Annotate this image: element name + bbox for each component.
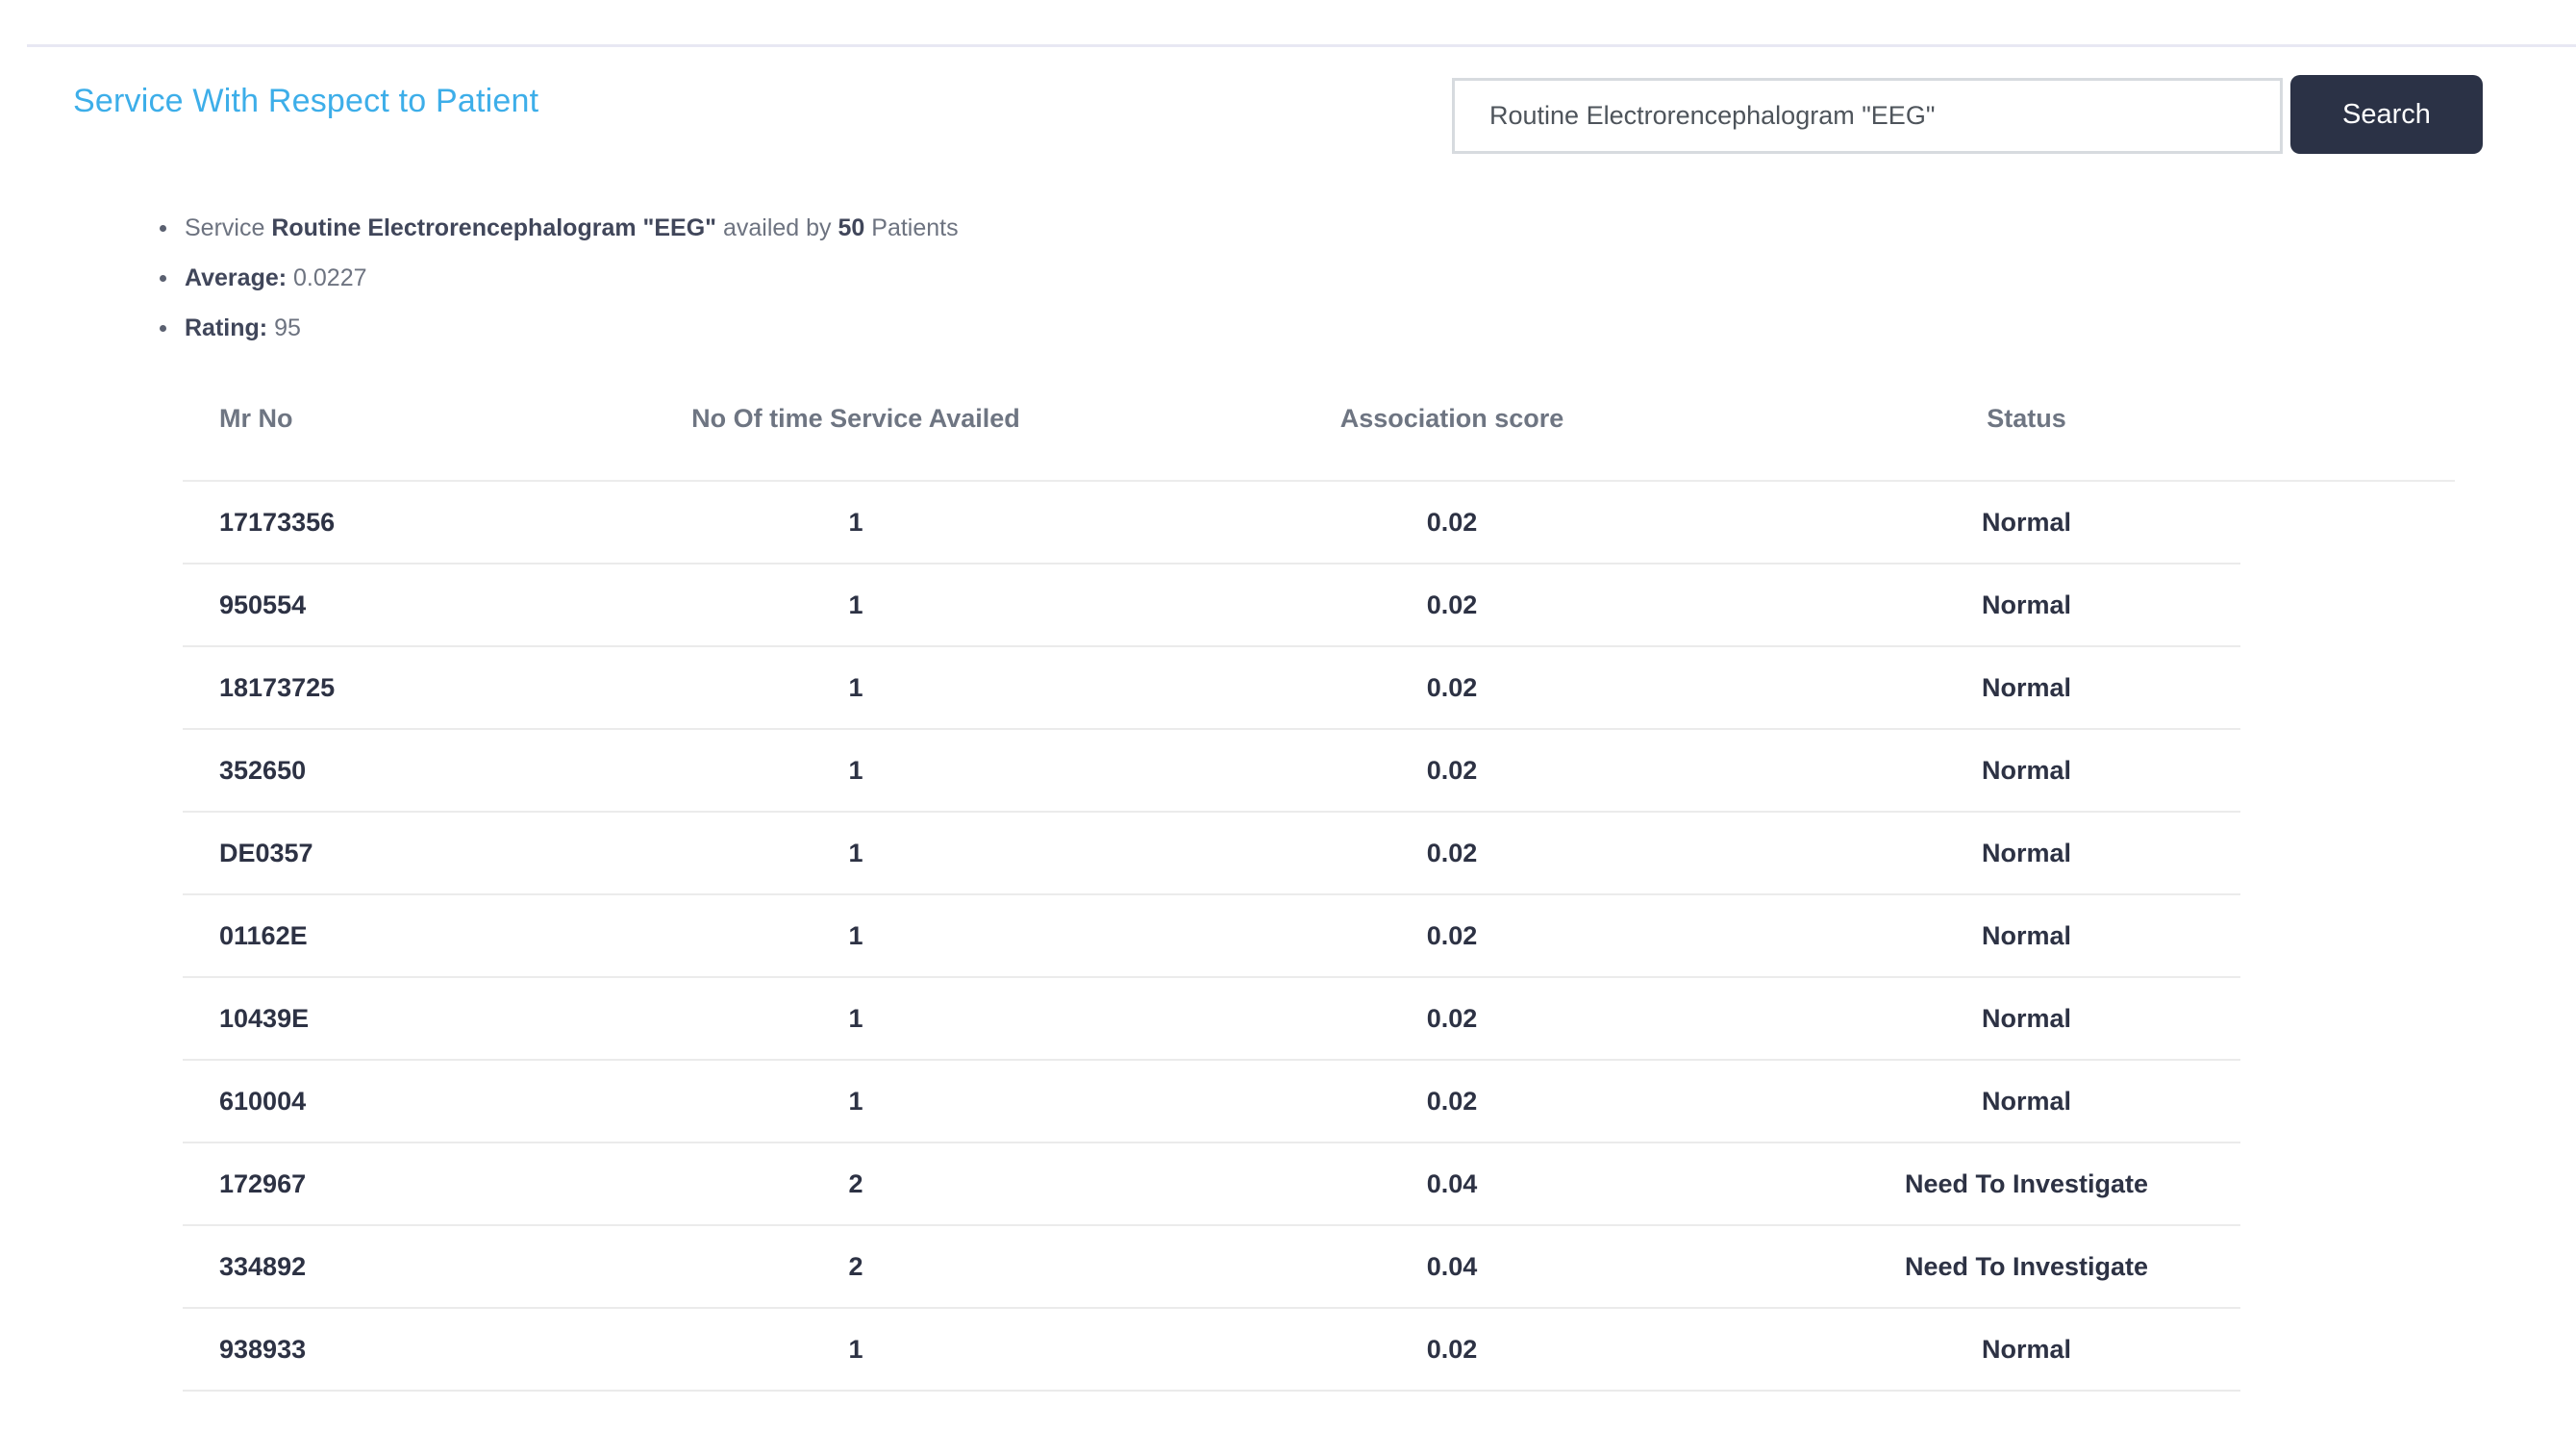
cell-times-availed: 1 (620, 1060, 1091, 1142)
cell-status: Need To Investigate (1813, 1142, 2240, 1225)
cell-status: Normal (1813, 894, 2240, 977)
cell-status: Normal (1813, 481, 2240, 564)
table-body: 17173356 1 0.02 Normal 950554 1 0.02 Nor… (183, 481, 2455, 1391)
cell-times-availed: 1 (620, 1308, 1091, 1391)
cell-times-availed: 1 (620, 812, 1091, 894)
cell-association-score: 0.02 (1091, 564, 1813, 646)
cell-spacer (2240, 1060, 2455, 1142)
cell-times-availed: 1 (620, 564, 1091, 646)
cell-association-score: 0.02 (1091, 977, 1813, 1060)
cell-spacer (2240, 729, 2455, 812)
cell-spacer (2240, 1142, 2455, 1225)
search-button[interactable]: Search (2290, 75, 2483, 154)
column-header-times-availed: No Of time Service Availed (620, 392, 1091, 481)
cell-status: Normal (1813, 977, 2240, 1060)
summary-list: Service Routine Electrorencephalogram "E… (185, 215, 959, 365)
cell-status: Normal (1813, 646, 2240, 729)
search-input[interactable] (1452, 78, 2283, 154)
column-header-status: Status (1813, 392, 2240, 481)
cell-spacer (2240, 812, 2455, 894)
cell-mr-no: 334892 (183, 1225, 620, 1308)
cell-mr-no: 10439E (183, 977, 620, 1060)
table-row: DE0357 1 0.02 Normal (183, 812, 2455, 894)
cell-times-availed: 1 (620, 894, 1091, 977)
cell-times-availed: 2 (620, 1142, 1091, 1225)
summary-service-prefix: Service (185, 214, 264, 241)
top-divider (27, 44, 2576, 47)
cell-spacer (2240, 1308, 2455, 1391)
cell-mr-no: 01162E (183, 894, 620, 977)
summary-service-suffix: Patients (871, 214, 958, 241)
cell-association-score: 0.02 (1091, 1308, 1813, 1391)
table-row: 352650 1 0.02 Normal (183, 729, 2455, 812)
cell-status: Normal (1813, 729, 2240, 812)
service-patient-panel: Service With Respect to Patient Search S… (0, 0, 2576, 1456)
cell-spacer (2240, 481, 2455, 564)
cell-mr-no: 18173725 (183, 646, 620, 729)
cell-status: Normal (1813, 564, 2240, 646)
cell-association-score: 0.02 (1091, 481, 1813, 564)
cell-mr-no: 950554 (183, 564, 620, 646)
cell-spacer (2240, 977, 2455, 1060)
cell-status: Need To Investigate (1813, 1225, 2240, 1308)
page-title: Service With Respect to Patient (73, 83, 538, 120)
column-header-mr-no: Mr No (183, 392, 620, 481)
cell-spacer (2240, 564, 2455, 646)
summary-service-name: Routine Electrorencephalogram "EEG" (271, 214, 716, 241)
cell-mr-no: 938933 (183, 1308, 620, 1391)
table-row: 10439E 1 0.02 Normal (183, 977, 2455, 1060)
cell-times-availed: 1 (620, 977, 1091, 1060)
summary-average-value: 0.0227 (293, 264, 366, 291)
column-header-association-score: Association score (1091, 392, 1813, 481)
cell-spacer (2240, 646, 2455, 729)
cell-association-score: 0.02 (1091, 1060, 1813, 1142)
table-row: 18173725 1 0.02 Normal (183, 646, 2455, 729)
table-row: 950554 1 0.02 Normal (183, 564, 2455, 646)
summary-service-middle: availed by (723, 214, 832, 241)
cell-times-availed: 2 (620, 1225, 1091, 1308)
cell-status: Normal (1813, 1060, 2240, 1142)
table-row: 01162E 1 0.02 Normal (183, 894, 2455, 977)
cell-mr-no: 172967 (183, 1142, 620, 1225)
cell-status: Normal (1813, 812, 2240, 894)
cell-mr-no: 17173356 (183, 481, 620, 564)
table-row: 334892 2 0.04 Need To Investigate (183, 1225, 2455, 1308)
table-header: Mr No No Of time Service Availed Associa… (183, 392, 2455, 481)
summary-rating-label: Rating: (185, 314, 267, 341)
summary-rating-value: 95 (274, 314, 301, 341)
cell-times-availed: 1 (620, 646, 1091, 729)
table-row: 172967 2 0.04 Need To Investigate (183, 1142, 2455, 1225)
summary-item-service: Service Routine Electrorencephalogram "E… (185, 215, 959, 241)
service-patient-table: Mr No No Of time Service Availed Associa… (183, 392, 2455, 1392)
cell-mr-no: 610004 (183, 1060, 620, 1142)
table-row: 938933 1 0.02 Normal (183, 1308, 2455, 1391)
cell-mr-no: DE0357 (183, 812, 620, 894)
cell-association-score: 0.02 (1091, 646, 1813, 729)
cell-spacer (2240, 1225, 2455, 1308)
column-header-spacer (2240, 392, 2455, 481)
table-row: 17173356 1 0.02 Normal (183, 481, 2455, 564)
cell-association-score: 0.02 (1091, 729, 1813, 812)
cell-association-score: 0.04 (1091, 1142, 1813, 1225)
summary-item-rating: Rating: 95 (185, 315, 959, 341)
cell-association-score: 0.04 (1091, 1225, 1813, 1308)
table-row: 610004 1 0.02 Normal (183, 1060, 2455, 1142)
cell-association-score: 0.02 (1091, 812, 1813, 894)
cell-spacer (2240, 894, 2455, 977)
summary-average-label: Average: (185, 264, 287, 291)
summary-patient-count: 50 (838, 214, 865, 241)
cell-mr-no: 352650 (183, 729, 620, 812)
cell-association-score: 0.02 (1091, 894, 1813, 977)
cell-times-availed: 1 (620, 481, 1091, 564)
cell-times-availed: 1 (620, 729, 1091, 812)
cell-status: Normal (1813, 1308, 2240, 1391)
summary-item-average: Average: 0.0227 (185, 265, 959, 291)
